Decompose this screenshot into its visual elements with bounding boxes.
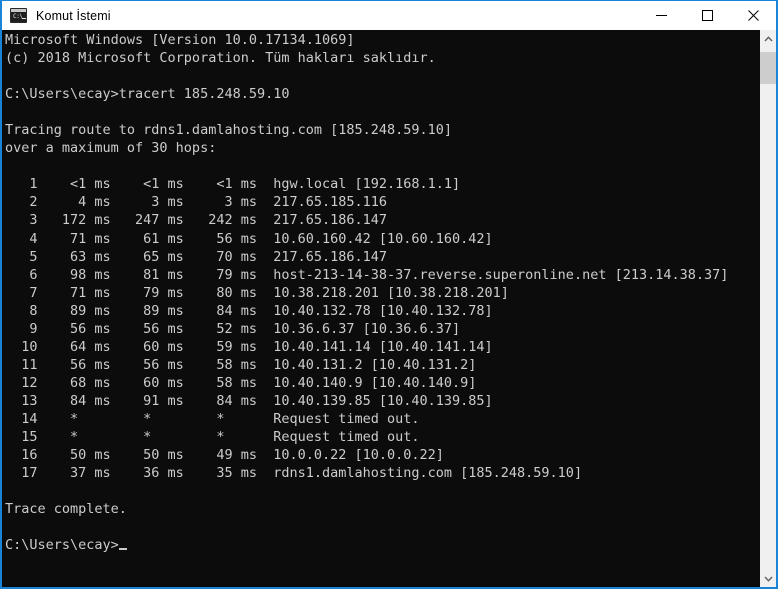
- chevron-up-icon: [763, 35, 773, 41]
- scrollbar-up-button[interactable]: [760, 30, 776, 47]
- close-icon: [747, 10, 759, 21]
- console-text: Microsoft Windows [Version 10.0.17134.10…: [5, 32, 729, 554]
- maximize-button[interactable]: [684, 0, 730, 31]
- console-output-area[interactable]: Microsoft Windows [Version 10.0.17134.10…: [2, 30, 776, 587]
- minimize-icon: [655, 15, 667, 16]
- scrollbar-thumb[interactable]: [760, 52, 776, 84]
- title-bar-left: C:\ Komut İstemi: [2, 8, 638, 23]
- minimize-button[interactable]: [638, 0, 684, 31]
- close-button[interactable]: [730, 0, 776, 31]
- text-cursor: [118, 548, 127, 551]
- window-title: Komut İstemi: [36, 8, 111, 23]
- title-bar[interactable]: C:\ Komut İstemi: [0, 0, 778, 31]
- scrollbar-track[interactable]: [760, 47, 776, 570]
- maximize-icon: [701, 10, 713, 21]
- cmd-icon: C:\: [10, 8, 27, 23]
- console-scrollbar[interactable]: [760, 30, 776, 587]
- command-prompt-window: C:\ Komut İstemi Microsoft Windows [Vers…: [0, 0, 778, 589]
- cmd-icon-titlestrip: [11, 9, 26, 12]
- scrollbar-down-button[interactable]: [760, 570, 776, 587]
- chevron-down-icon: [763, 576, 773, 582]
- window-controls: [638, 0, 776, 31]
- cmd-icon-cursor: [22, 18, 26, 19]
